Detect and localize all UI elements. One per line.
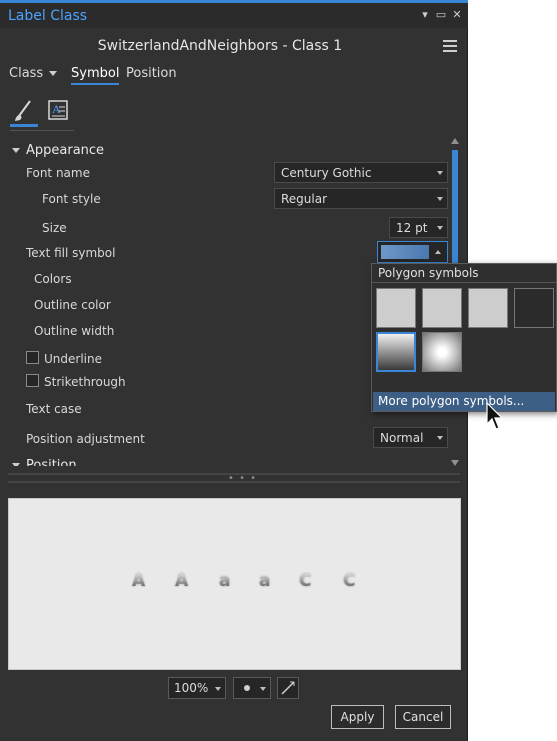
apply-button[interactable]: Apply bbox=[331, 705, 384, 729]
symbol-subtabs: A bbox=[10, 97, 74, 131]
preview-glyph: a bbox=[219, 571, 231, 591]
mouse-cursor-icon bbox=[486, 402, 504, 430]
chevron-down-icon bbox=[49, 71, 58, 76]
font-name-dropdown[interactable]: Century Gothic bbox=[274, 162, 448, 183]
outline-width-label: Outline width bbox=[34, 324, 115, 338]
colors-label: Colors bbox=[34, 272, 72, 286]
dot-icon bbox=[244, 685, 250, 691]
scrollbar-thumb[interactable] bbox=[452, 150, 458, 270]
fill-swatch bbox=[381, 245, 429, 259]
pane-titlebar: Label Class ▾ ▭ ✕ bbox=[0, 0, 468, 28]
preview-background-button[interactable] bbox=[277, 677, 299, 699]
chevron-down-icon bbox=[12, 148, 20, 153]
subtab-formatted-text[interactable]: A bbox=[44, 97, 72, 127]
subtab-general[interactable] bbox=[10, 97, 38, 127]
underline-label: Underline bbox=[44, 352, 102, 366]
grip-icon: • • • bbox=[228, 473, 258, 484]
symbol-swatch[interactable] bbox=[376, 288, 416, 328]
cancel-button[interactable]: Cancel bbox=[395, 705, 451, 729]
paintbrush-icon bbox=[15, 100, 31, 121]
preview-glyph: a bbox=[259, 571, 271, 591]
text-symbol-icon: A bbox=[48, 100, 68, 120]
symbol-swatch-selected[interactable] bbox=[376, 332, 416, 372]
layer-class-name: SwitzerlandAndNeighbors - Class 1 bbox=[97, 38, 343, 54]
wand-icon bbox=[281, 681, 295, 695]
scroll-up-icon[interactable] bbox=[451, 138, 459, 144]
symbol-swatch[interactable] bbox=[468, 288, 508, 328]
tab-class[interactable]: Class bbox=[9, 66, 58, 81]
font-name-label: Font name bbox=[26, 166, 90, 180]
tab-symbol[interactable]: Symbol bbox=[71, 66, 120, 85]
symbol-swatch[interactable] bbox=[422, 332, 462, 372]
popup-title: Polygon symbols bbox=[378, 266, 479, 280]
preview-glyph: A bbox=[132, 571, 146, 591]
underline-checkbox[interactable] bbox=[26, 351, 39, 364]
strikethrough-label: Strikethrough bbox=[44, 375, 126, 389]
pane-title: Label Class bbox=[8, 8, 88, 24]
restore-icon[interactable]: ▭ bbox=[434, 8, 448, 21]
dropdown-icon[interactable]: ▾ bbox=[418, 8, 432, 21]
divider bbox=[372, 282, 556, 283]
font-style-label: Font style bbox=[42, 192, 101, 206]
size-dropdown[interactable]: 12 pt bbox=[389, 217, 448, 238]
symbol-preview: A A a a C C bbox=[8, 498, 461, 670]
symbol-swatch[interactable] bbox=[514, 288, 554, 328]
tab-position[interactable]: Position bbox=[126, 66, 177, 81]
preview-shape-dropdown[interactable] bbox=[233, 677, 271, 699]
appearance-section-header[interactable]: Appearance bbox=[12, 143, 104, 158]
symbol-swatch[interactable] bbox=[422, 288, 462, 328]
position-adjustment-dropdown[interactable]: Normal bbox=[373, 427, 448, 448]
strikethrough-checkbox[interactable] bbox=[26, 374, 39, 387]
polygon-symbols-popup: Polygon symbols More polygon symbols... bbox=[371, 263, 557, 412]
scroll-down-icon[interactable] bbox=[451, 460, 459, 466]
preview-glyph: A bbox=[175, 571, 189, 591]
preview-glyph: C bbox=[299, 571, 312, 591]
text-fill-symbol-button[interactable] bbox=[377, 241, 448, 263]
preview-glyph: C bbox=[343, 571, 356, 591]
close-icon[interactable]: ✕ bbox=[450, 8, 464, 21]
position-adjustment-label: Position adjustment bbox=[26, 432, 145, 446]
svg-text:A: A bbox=[52, 102, 61, 116]
menu-icon[interactable] bbox=[443, 40, 457, 52]
size-label: Size bbox=[42, 221, 67, 235]
text-case-label: Text case bbox=[26, 402, 82, 416]
chevron-up-icon bbox=[435, 250, 441, 254]
preview-splitter[interactable]: • • • bbox=[8, 473, 460, 484]
chevron-down-icon bbox=[12, 463, 20, 466]
font-style-dropdown[interactable]: Regular bbox=[274, 188, 448, 209]
more-polygon-symbols-item[interactable]: More polygon symbols... bbox=[373, 392, 555, 411]
position-section-header[interactable]: Position bbox=[12, 458, 77, 466]
outline-color-label: Outline color bbox=[34, 298, 111, 312]
text-fill-label: Text fill symbol bbox=[26, 246, 116, 260]
zoom-dropdown[interactable]: 100% bbox=[168, 677, 226, 699]
